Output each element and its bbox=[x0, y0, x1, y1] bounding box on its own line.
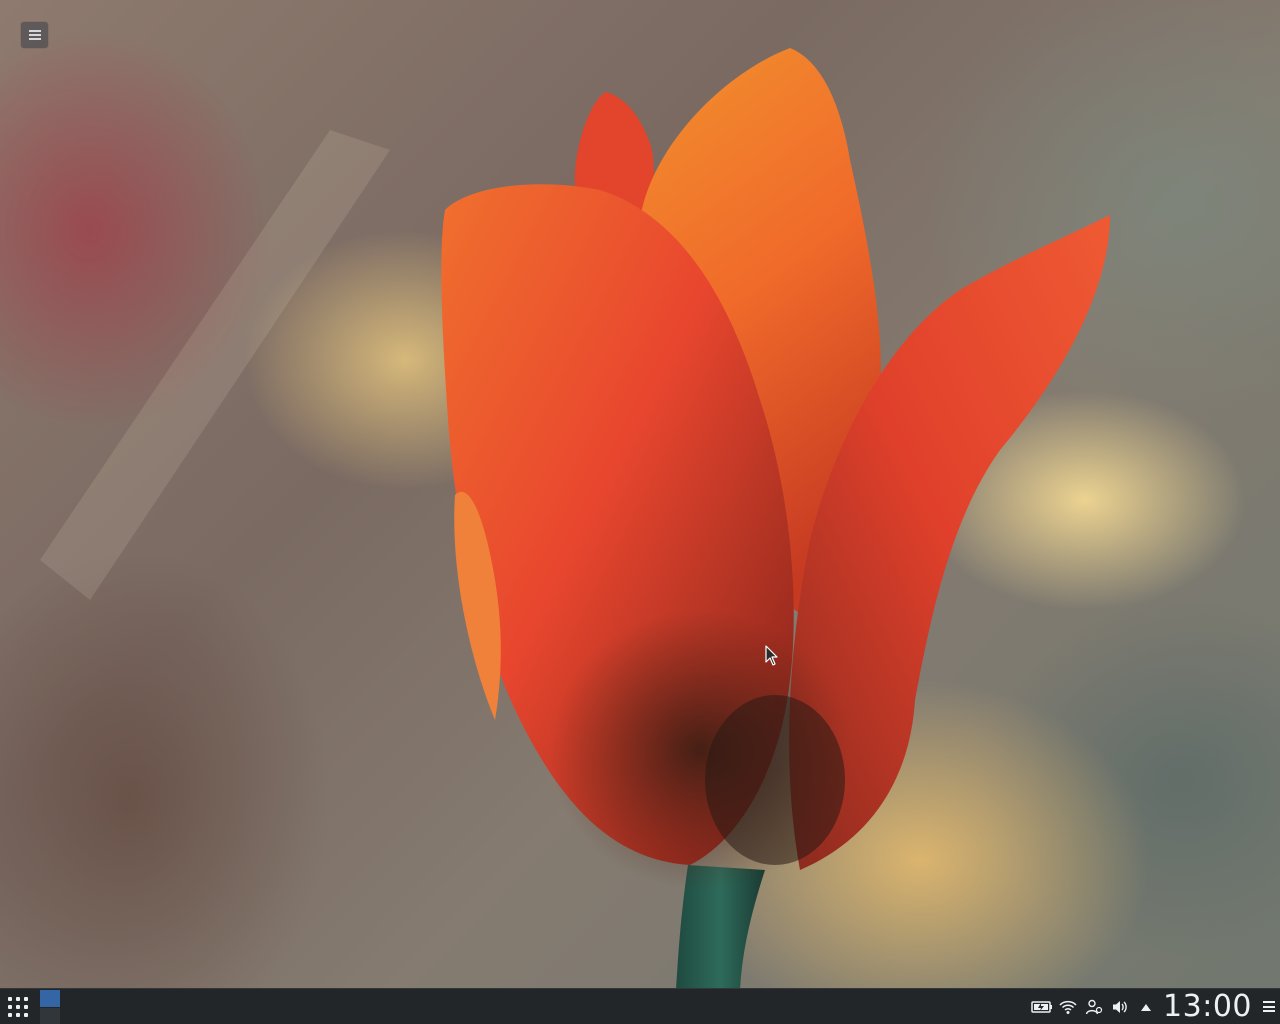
volume-tray-item[interactable] bbox=[1107, 989, 1133, 1024]
system-tray: 13:00 bbox=[1029, 989, 1280, 1024]
mouse-pointer-icon bbox=[765, 645, 778, 666]
tulip-wallpaper bbox=[40, 48, 1110, 990]
hamburger-menu-icon bbox=[28, 30, 41, 40]
virtual-desktop-pager bbox=[40, 990, 60, 1024]
digital-clock[interactable]: 13:00 bbox=[1159, 989, 1258, 1024]
volume-icon bbox=[1113, 1000, 1127, 1013]
battery-tray-item[interactable] bbox=[1029, 989, 1055, 1024]
wifi-icon bbox=[1059, 1000, 1077, 1014]
pager-desktop-2[interactable] bbox=[40, 1007, 60, 1024]
panel-options-button[interactable] bbox=[1258, 989, 1280, 1024]
desktop[interactable]: 13:00 bbox=[0, 0, 1280, 1024]
expand-tray-button[interactable] bbox=[1133, 989, 1159, 1024]
pager-desktop-1[interactable] bbox=[40, 990, 60, 1007]
bottom-panel: 13:00 bbox=[0, 988, 1280, 1024]
wifi-tray-item[interactable] bbox=[1055, 989, 1081, 1024]
desktop-toolbox-button[interactable] bbox=[21, 22, 48, 48]
user-switch-icon bbox=[1085, 999, 1103, 1014]
user-switch-tray-item[interactable] bbox=[1081, 989, 1107, 1024]
expand-tray-icon bbox=[1141, 1003, 1152, 1011]
app-launcher-button[interactable] bbox=[4, 994, 32, 1020]
panel-options-icon bbox=[1263, 1001, 1275, 1012]
app-grid-icon bbox=[8, 997, 28, 1017]
battery-icon bbox=[1031, 1000, 1053, 1013]
